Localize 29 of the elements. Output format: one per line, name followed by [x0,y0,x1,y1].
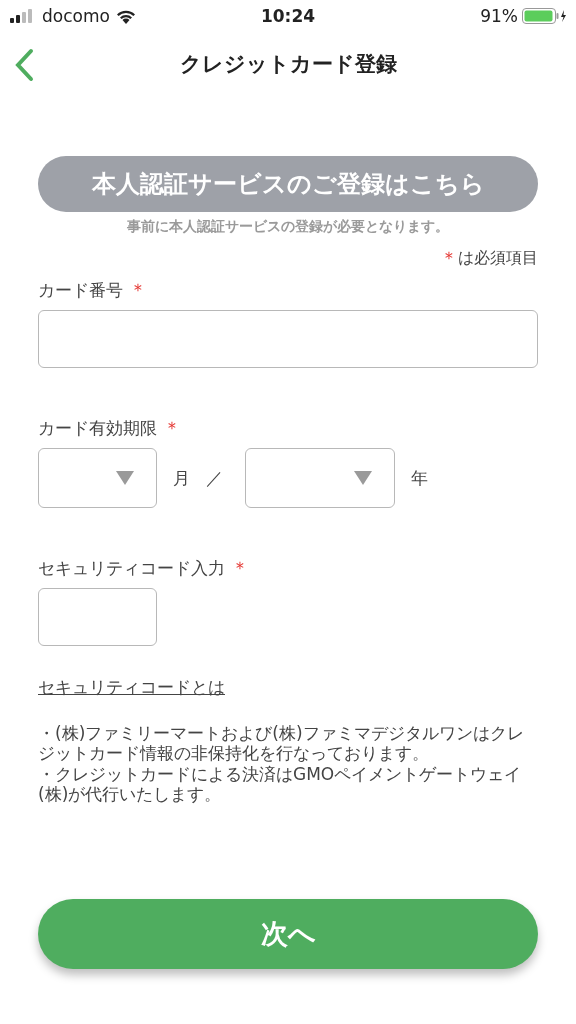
battery-charging-icon [522,8,566,24]
dropdown-caret-icon [116,471,134,485]
notice-text: ・(株)ファミリーマートおよび(株)ファミマデジタルワンはクレジットカード情報の非保持化を行なっております。 [38,723,525,764]
next-button[interactable]: 次へ [38,898,538,969]
required-mark: ＊ [129,278,147,302]
field-label: カード番号 [38,278,123,302]
year-select[interactable] [245,448,395,508]
identity-verification-button[interactable]: 本人認証サービスのご登録はこちら [38,156,538,212]
security-code-field[interactable] [38,588,157,646]
card-number-field[interactable] [38,310,538,368]
auth-note: 事前に本人認証サービスの登録が必要となります。 [126,218,450,236]
carrier-name: docomo [42,6,110,26]
year-unit: 年 [411,466,428,490]
notice-text: ・クレジットカードによる決済はGMOペイメントゲートウェイ(株)が代行いたします。 [38,763,523,805]
page-title: クレジットカード登録 [179,51,397,78]
wifi-icon [115,8,136,24]
clock: 10:24 [259,6,317,26]
dropdown-caret-icon [354,471,372,485]
battery-percentage: 91% [480,6,518,26]
month-unit: 月 [173,466,190,490]
required-note: は必須項目 [458,247,538,269]
separator: ／ [206,466,223,490]
required-mark: ＊ [231,556,249,580]
required-mark: ＊ [163,416,181,440]
field-label: セキュリティコード入力 [38,556,225,580]
month-select[interactable] [38,448,157,508]
security-code-link[interactable]: セキュリティコードとは [38,676,225,699]
field-label: カード有効期限 [38,416,157,440]
required-mark: ＊ [440,246,458,270]
